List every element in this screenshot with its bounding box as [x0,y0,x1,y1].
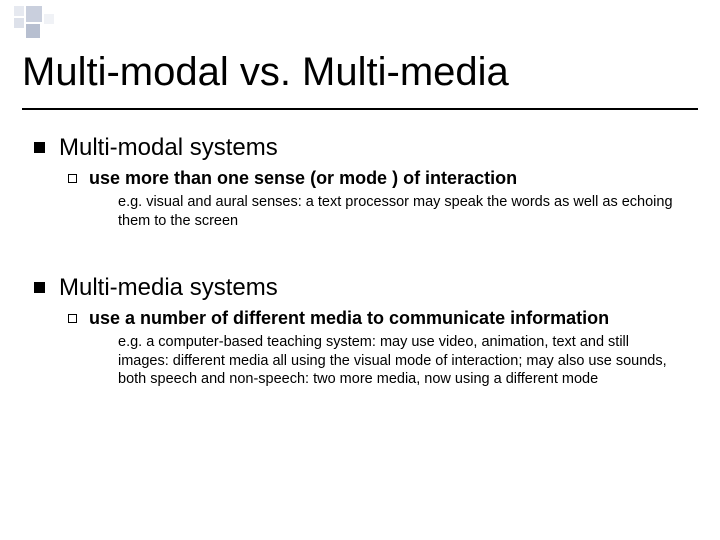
title-underline [22,108,698,110]
section-subheading: use more than one sense (or mode ) of in… [89,168,517,189]
bullet-square-solid-icon [34,282,45,293]
bullet-square-solid-icon [34,142,45,153]
section-example: e.g. a computer-based teaching system: m… [118,333,676,389]
section-heading: Multi-media systems [59,274,278,302]
list-item: use more than one sense (or mode ) of in… [68,168,686,189]
section-heading: Multi-modal systems [59,134,278,162]
bullet-square-hollow-icon [68,174,77,183]
list-item: Multi-media systems [34,274,686,302]
slide-content: Multi-modal systems use more than one se… [34,134,686,413]
slide: Multi-modal vs. Multi-media Multi-modal … [0,0,720,540]
slide-title: Multi-modal vs. Multi-media [22,50,509,95]
list-item: use a number of different media to commu… [68,308,686,329]
bullet-square-hollow-icon [68,314,77,323]
section-example: e.g. visual and aural senses: a text pro… [118,193,676,230]
list-item: Multi-modal systems [34,134,686,162]
section-subheading: use a number of different media to commu… [89,308,609,329]
corner-decoration [14,6,94,42]
